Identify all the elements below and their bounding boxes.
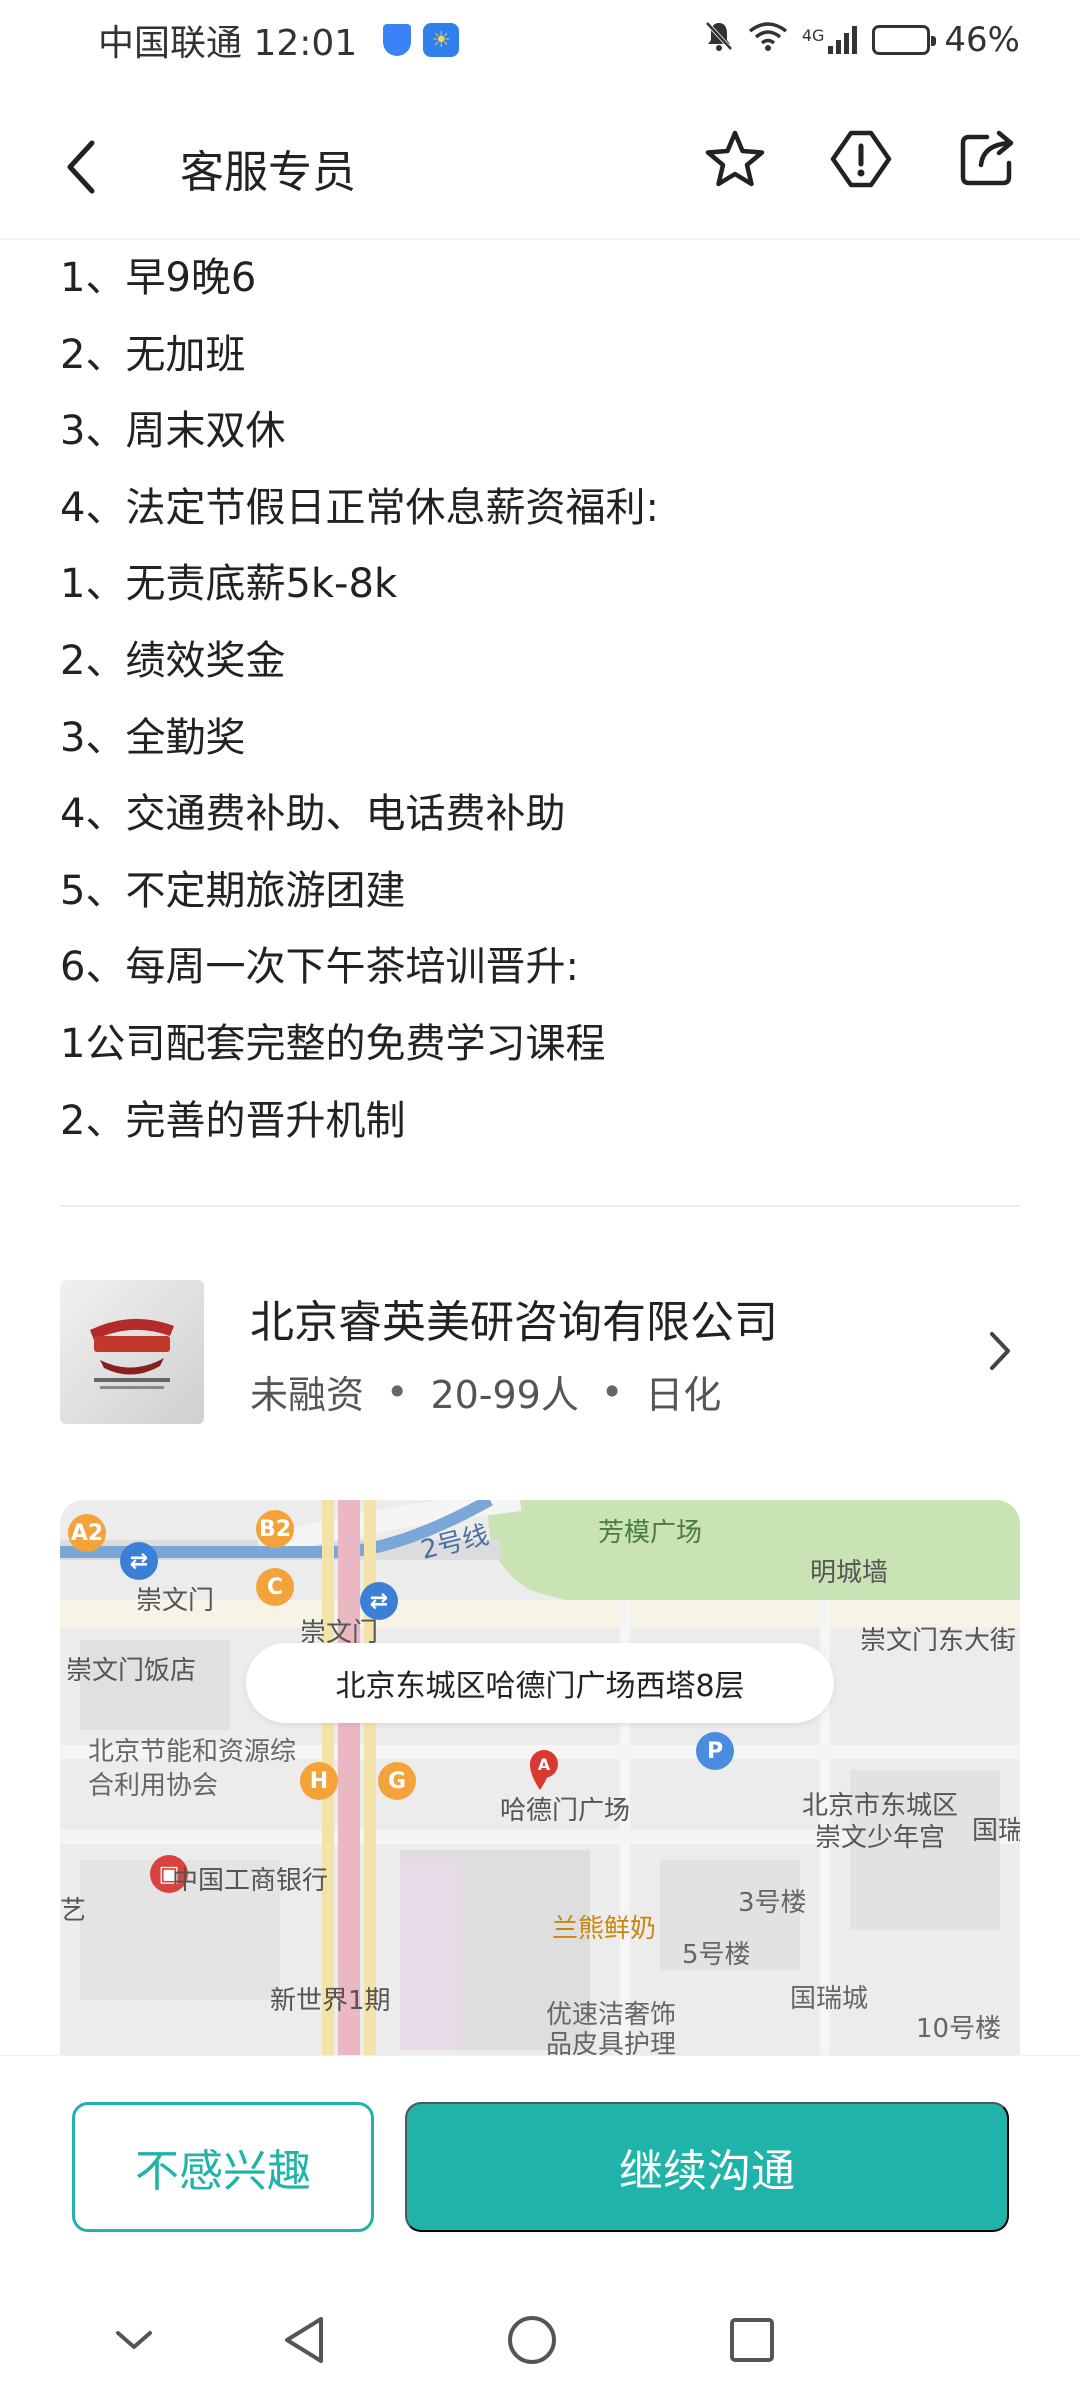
description-line: 1、早9晚6 — [60, 255, 257, 301]
metro-exit-b2: B2 — [256, 1510, 294, 1548]
metro-exit-c: C — [256, 1568, 294, 1606]
company-funding: 未融资 — [250, 1373, 365, 1417]
status-left: 中国联通 12:01 ☀ — [98, 14, 460, 66]
map-label-fangmo: 芳模广场 — [598, 1518, 703, 1548]
description-line: 2、无加班 — [60, 331, 246, 378]
share-icon[interactable] — [954, 126, 1020, 192]
company-size: 20-99人 — [430, 1373, 579, 1417]
description-line: 3、周末双休 — [60, 408, 286, 455]
metro-exit-a2: A2 — [68, 1514, 106, 1552]
page-title: 客服专员 — [180, 147, 356, 198]
company-industry: 日化 — [645, 1373, 722, 1417]
description-line: 2、绩效奖金 — [60, 637, 286, 684]
description-line: 2、完善的晋升机制 — [60, 1097, 406, 1144]
map-label-hotel: 崇文门饭店 — [66, 1656, 197, 1686]
network-label: 4G — [801, 26, 825, 45]
back-icon[interactable] — [62, 132, 122, 202]
weather-icon: ☀ — [423, 23, 460, 57]
map-label-youth-palace: 北京市东城区崇文少年宫 — [801, 1791, 958, 1853]
description-line: 4、交通费补助、电话费补助 — [60, 791, 566, 838]
signal-icon: 4G — [802, 26, 859, 54]
job-description: 1、早9晚6 2、无加班 3、周末双休 4、法定节假日正常休息薪资福利: 1、无… — [60, 240, 1020, 1159]
meta-separator: • — [386, 1369, 409, 1414]
home-icon[interactable] — [502, 2310, 562, 2370]
metro-exit-h: H — [300, 1762, 338, 1800]
description-line: 3、全勤奖 — [60, 714, 246, 761]
map-label-bldg10: 10号楼 — [916, 2014, 1002, 2044]
section-divider — [60, 1205, 1020, 1207]
map-label-bldg3: 3号楼 — [738, 1888, 807, 1918]
map-label-luxury-care: 优速洁奢饰品皮具护理 — [546, 2000, 677, 2055]
nav-back-icon[interactable] — [274, 2310, 334, 2370]
location-map[interactable]: A2 B2 C H G ⇄ ⇄ P P ▣ A 2号线 芳模广场 明城墙 崇文门… — [60, 1500, 1020, 2055]
continue-chat-button[interactable]: 继续沟通 — [405, 2102, 1009, 2232]
map-label-lanxiong: 兰熊鲜奶 — [552, 1914, 657, 1944]
chevron-right-icon — [980, 1326, 1020, 1376]
company-meta: 未融资 • 20-99人 • 日化 — [250, 1364, 721, 1419]
description-line: 1公司配套完整的免费学习课程 — [60, 1020, 606, 1067]
parking-icon: P — [696, 1732, 734, 1770]
company-logo — [60, 1280, 204, 1424]
address-bubble: 北京东城区哈德门广场西塔8层 — [246, 1643, 834, 1723]
map-label-bldg5: 5号楼 — [682, 1940, 751, 1970]
system-navigation-bar — [0, 2280, 1080, 2400]
carrier-time: 中国联通 12:01 — [98, 23, 358, 64]
wifi-icon — [748, 21, 788, 59]
nav-bar: 客服专员 — [0, 100, 1080, 230]
map-label-chongwenmen-east: 崇文门东大街 — [860, 1626, 1017, 1656]
map-label-hademen: 哈德门广场 — [500, 1796, 631, 1826]
status-right: 4G 46% — [704, 20, 1020, 60]
description-line: 4、法定节假日正常休息薪资福利: — [60, 484, 659, 531]
shield-icon — [383, 24, 412, 56]
description-line: 6、每周一次下午茶培训晋升: — [60, 944, 579, 991]
not-interested-button[interactable]: 不感兴趣 — [72, 2102, 374, 2232]
company-name: 北京睿英美研咨询有限公司 — [250, 1297, 778, 1348]
status-bar: 中国联通 12:01 ☀ 4G 46% — [0, 0, 1080, 80]
map-label-chongwenmen: 崇文门 — [136, 1586, 215, 1616]
battery-icon — [872, 25, 937, 55]
star-icon[interactable] — [702, 126, 768, 192]
description-line: 5、不定期旅游团建 — [60, 867, 406, 914]
report-icon[interactable] — [828, 126, 894, 192]
battery-percent: 46% — [944, 20, 1020, 60]
map-label-icbc: 中国工商银行 — [172, 1866, 329, 1896]
mute-icon — [704, 20, 734, 60]
map-label-newworld: 新世界1期 — [270, 1986, 391, 2016]
map-label-energy: 北京节能和资源综合利用协会 — [88, 1737, 297, 1801]
meta-separator: • — [600, 1369, 624, 1414]
nav-actions — [702, 126, 1020, 192]
map-label-guoruicheng: 国瑞城 — [790, 1984, 869, 2014]
company-card[interactable]: 北京睿英美研咨询有限公司 未融资 • 20-99人 • 日化 — [60, 1280, 1020, 1425]
description-line: 1、无责底薪5k-8k — [60, 561, 398, 608]
metro-exit-g: G — [378, 1762, 416, 1800]
map-label-yi: 艺 — [60, 1896, 87, 1926]
location-marker-icon: A — [530, 1750, 558, 1778]
metro-icon: ⇄ — [120, 1542, 158, 1580]
bottom-action-bar: 不感兴趣 继续沟通 — [0, 2055, 1080, 2232]
map-label-mingcheng: 明城墙 — [810, 1558, 889, 1588]
recents-icon[interactable] — [722, 2310, 782, 2370]
collapse-icon[interactable] — [104, 2310, 164, 2370]
map-label-guorui-edge: 国瑞 — [972, 1816, 1020, 1846]
